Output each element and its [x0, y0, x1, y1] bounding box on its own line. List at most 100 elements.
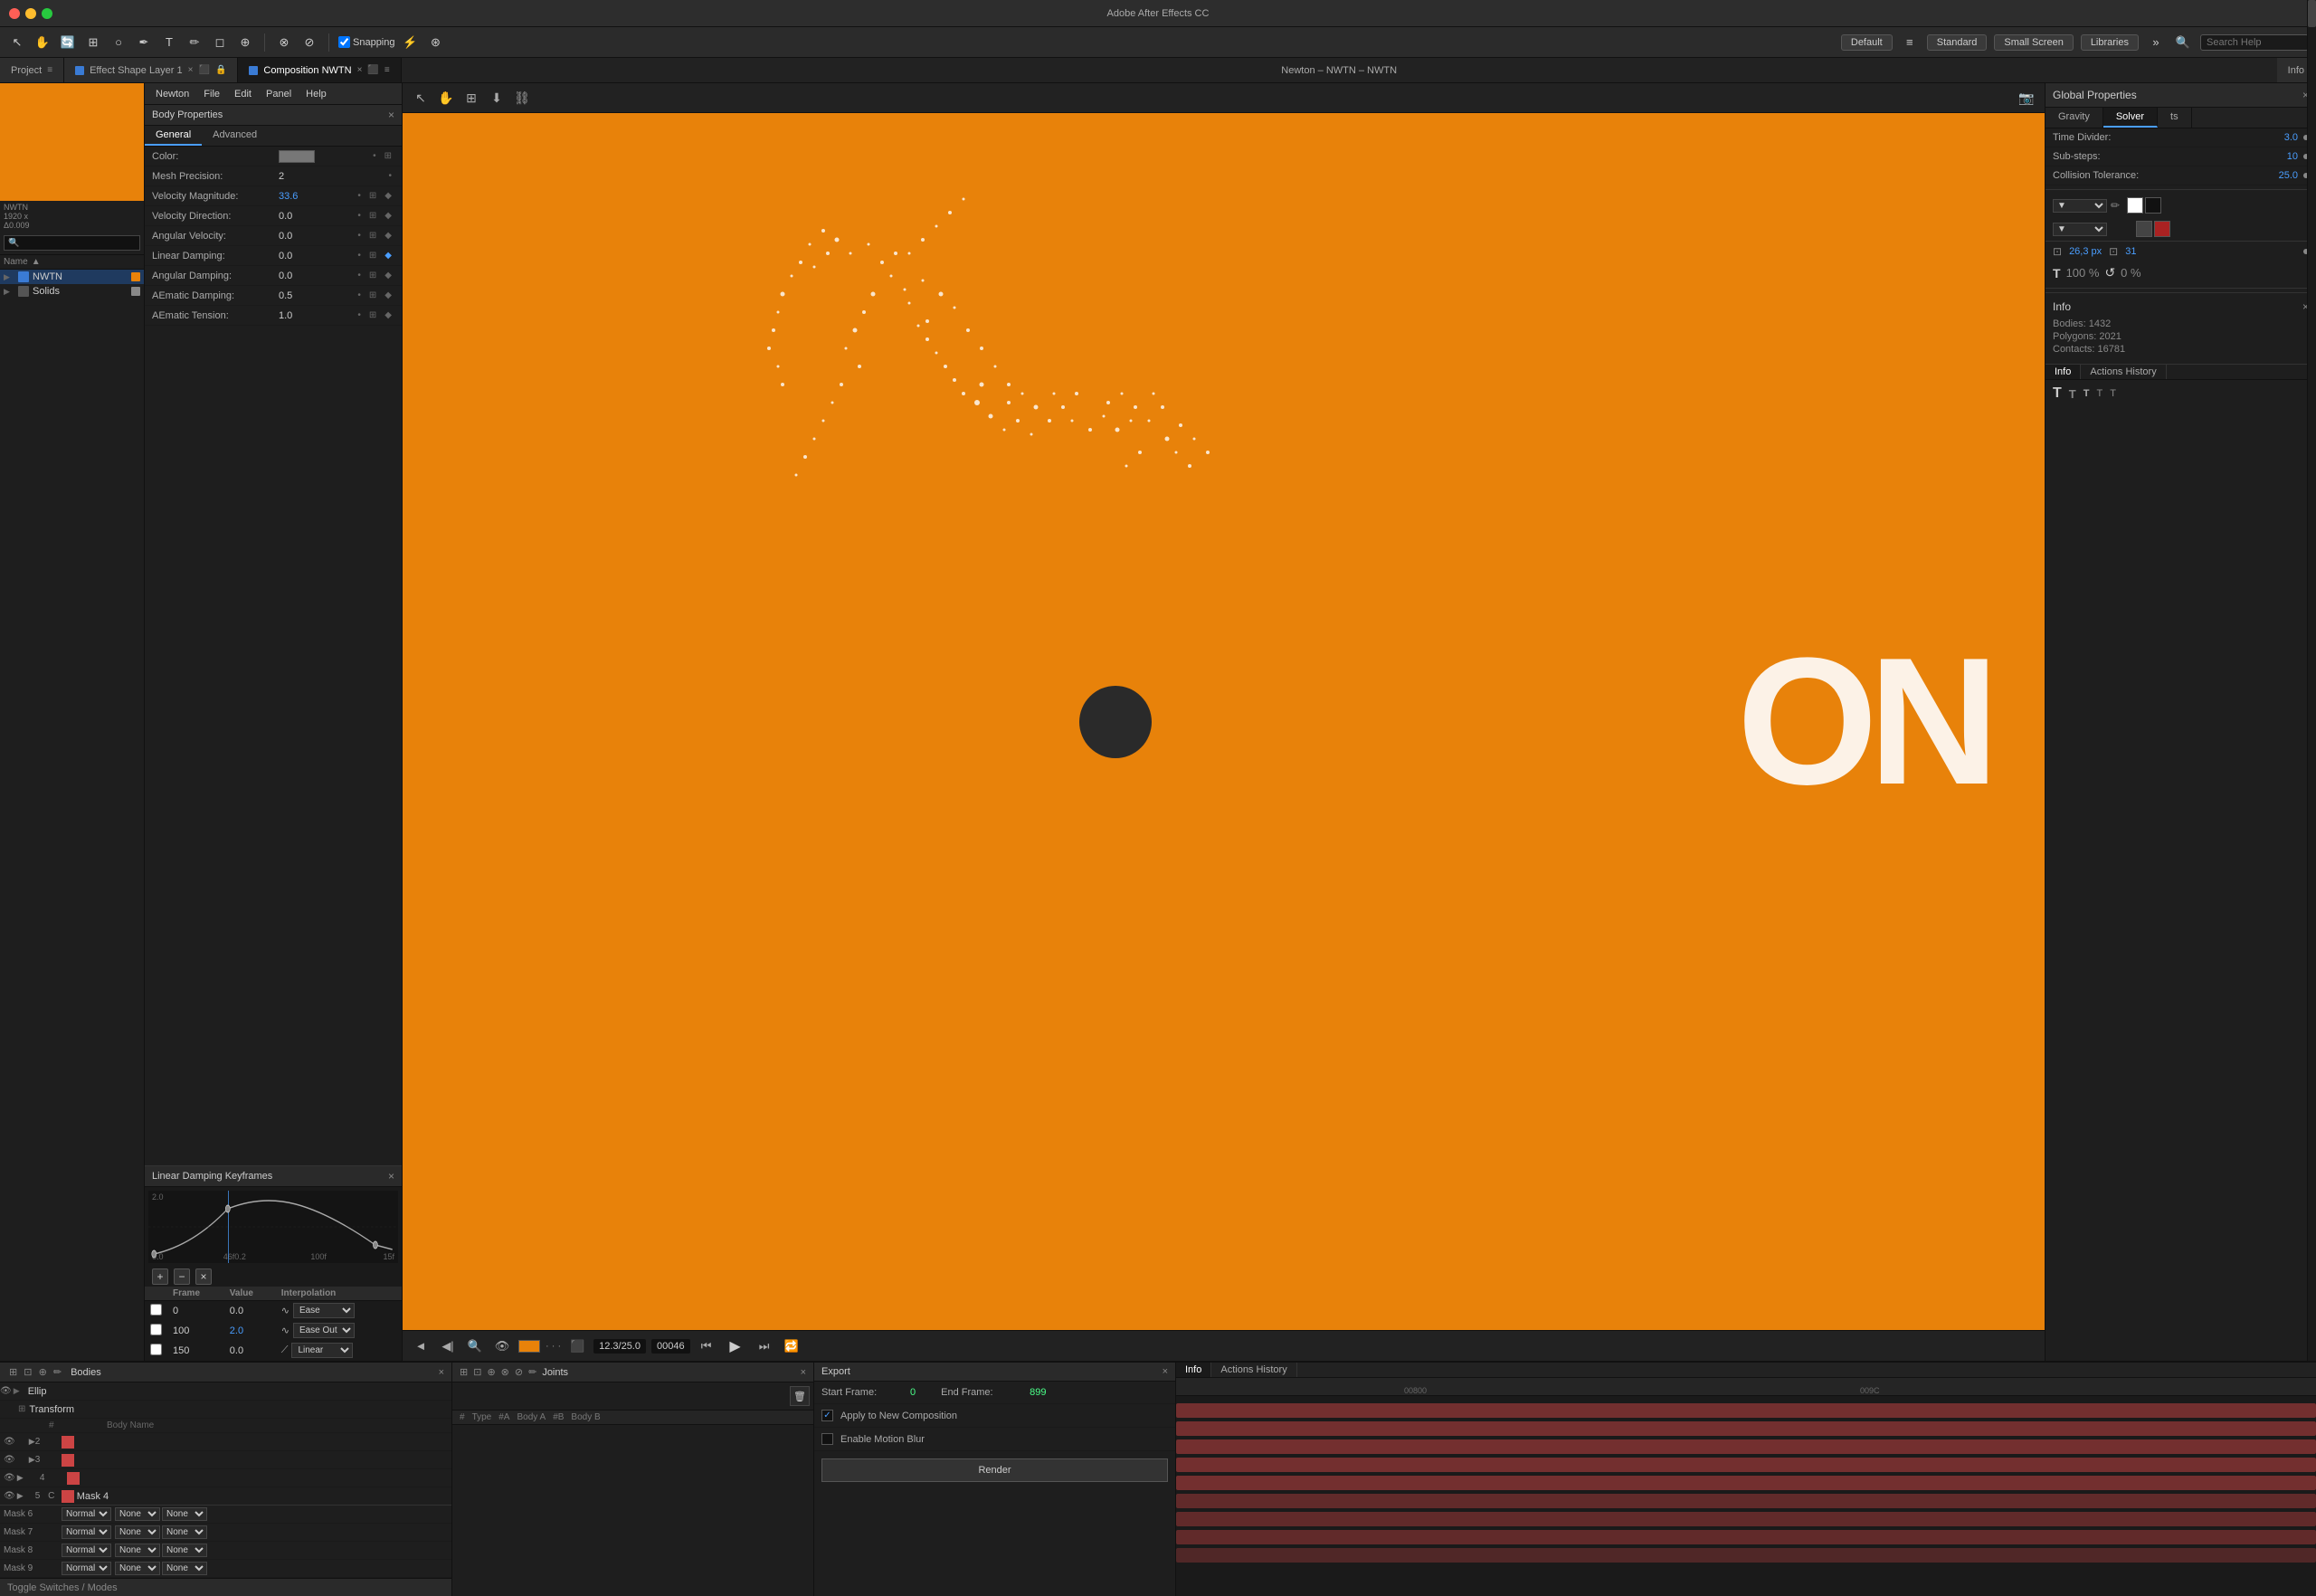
snapping-icon-2[interactable]: ⊛ — [426, 33, 446, 52]
typo-bold-btn[interactable]: T — [2053, 266, 2061, 280]
joints-icon-6[interactable]: ✏ — [528, 1366, 536, 1378]
workspace-menu-icon[interactable]: ≡ — [1900, 33, 1920, 52]
transport-eye[interactable]: 👁 — [491, 1335, 513, 1357]
tab-effect-menu[interactable]: ⬛ — [198, 65, 209, 75]
timeline-scrollbar-thumb[interactable] — [2308, 0, 2316, 27]
keyframe-graph[interactable]: 2.0 0.0 46f0.2 100f 15f — [148, 1191, 398, 1263]
prop-ang-damp-reset[interactable]: • — [355, 270, 364, 281]
global-tab-ts[interactable]: ts — [2158, 108, 2192, 128]
tool-grid[interactable]: ⊞ — [83, 33, 103, 52]
layer-expand-nwtn[interactable]: ▶ — [4, 272, 14, 282]
prop-aemat-damp-link[interactable]: ◆ — [382, 290, 394, 301]
workspace-standard-btn[interactable]: Standard — [1927, 34, 1988, 51]
bodies-icon-4[interactable]: ✏ — [52, 1367, 63, 1378]
prop-aemat-tension-reset[interactable]: • — [355, 309, 364, 321]
body-eye-mask4[interactable]: 👁 — [4, 1473, 15, 1483]
prop-ang-vel-link[interactable]: ◆ — [382, 230, 394, 242]
prop-ang-damp-value[interactable]: 0.0 — [279, 271, 355, 281]
tool-shape[interactable]: ○ — [109, 33, 128, 52]
timeline-tab-info[interactable]: Info — [1176, 1363, 1211, 1377]
window-maximize-btn[interactable] — [42, 8, 52, 19]
snapping-toggle[interactable]: Snapping — [338, 36, 395, 48]
layer-none-select-8b[interactable]: None — [162, 1525, 207, 1539]
typo-T-large[interactable]: T — [2053, 385, 2062, 402]
layer-none-select-10a[interactable]: None — [115, 1562, 160, 1575]
tool-pen[interactable]: ✒ — [134, 33, 154, 52]
prop-aemat-damp-key[interactable]: ⊞ — [366, 290, 379, 301]
prop-ang-vel-key[interactable]: ⊞ — [366, 230, 379, 242]
libraries-btn[interactable]: Libraries — [2081, 34, 2139, 51]
export-motion-blur-checkbox[interactable] — [821, 1433, 833, 1445]
joints-panel-close[interactable]: × — [801, 1367, 806, 1378]
transport-color-swatch[interactable] — [518, 1340, 540, 1353]
prop-aemat-tension-link[interactable]: ◆ — [382, 309, 394, 321]
transport-prev-keyframe[interactable]: ◄ — [410, 1335, 432, 1357]
snapping-icon-1[interactable]: ⚡ — [401, 33, 421, 52]
window-minimize-btn[interactable] — [25, 8, 36, 19]
prop-vel-dir-value[interactable]: 0.0 — [279, 211, 355, 222]
body-eye-3[interactable]: 👁 — [4, 1455, 15, 1465]
kf-check-0[interactable] — [150, 1304, 162, 1316]
export-apply-checkbox[interactable] — [821, 1410, 833, 1421]
newton-menu-help[interactable]: Help — [299, 89, 334, 100]
body-expand-mask5[interactable]: ▶ — [17, 1491, 35, 1501]
tab-project-close[interactable]: ≡ — [47, 65, 52, 75]
preview-link-tool[interactable]: ⛓ — [511, 87, 533, 109]
newton-menu-edit[interactable]: Edit — [227, 89, 259, 100]
body-eye-mask5[interactable]: 👁 — [4, 1491, 15, 1501]
prop-mesh-reset[interactable]: • — [385, 170, 394, 182]
workspace-small-screen-btn[interactable]: Small Screen — [1994, 34, 2073, 51]
bodies-icon-1[interactable]: ⊞ — [7, 1367, 19, 1378]
size-y-value[interactable]: 31 — [2125, 246, 2136, 257]
tool-brush[interactable]: ✏ — [185, 33, 204, 52]
tool-camera-rotate[interactable]: 🔄 — [58, 33, 78, 52]
prop-vel-mag-reset[interactable]: • — [355, 190, 364, 202]
bodies-panel-close[interactable]: × — [439, 1367, 444, 1378]
tool-shape-2[interactable]: ⊘ — [299, 33, 319, 52]
layer-mode-select-9[interactable]: Normal — [62, 1544, 111, 1557]
body-row-mask5[interactable]: 👁 ▶ 5 C Mask 4 — [0, 1487, 451, 1505]
layer-mode-select-8[interactable]: Normal — [62, 1525, 111, 1539]
tab-info-bottom[interactable]: Info — [2045, 365, 2081, 379]
global-tab-solver[interactable]: Solver — [2103, 108, 2158, 128]
tab-comp-menu[interactable]: ⬛ — [367, 65, 378, 75]
tab-effect-close[interactable]: × — [188, 65, 194, 75]
prop-lin-damp-value[interactable]: 0.0 — [279, 251, 355, 261]
preview-grid-tool[interactable]: ⊞ — [460, 87, 482, 109]
bodies-icon-3[interactable]: ⊕ — [37, 1367, 49, 1378]
body-expand-mask4[interactable]: ▶ — [17, 1473, 35, 1483]
newton-menu-file[interactable]: File — [196, 89, 227, 100]
typo-T-extra[interactable]: T — [2110, 388, 2116, 399]
prop-vel-mag-value[interactable]: 33.6 — [279, 191, 355, 202]
body-expand-2[interactable]: ▶ — [17, 1437, 35, 1447]
preview-select-tool[interactable]: ↖ — [410, 87, 432, 109]
newton-menu-newton[interactable]: Newton — [148, 89, 196, 100]
tab-project[interactable]: Project ≡ — [0, 58, 64, 82]
transport-resolution[interactable]: ⬛ — [566, 1335, 588, 1357]
prop-vel-dir-link[interactable]: ◆ — [382, 210, 394, 222]
tool-arrow[interactable]: ↖ — [7, 33, 27, 52]
layer-none-select-9a[interactable]: None — [115, 1544, 160, 1557]
kf-interp-ease-out-select[interactable]: Ease Ease Out Linear — [293, 1323, 355, 1338]
prop-ang-vel-reset[interactable]: • — [355, 230, 364, 242]
joints-icon-4[interactable]: ⊗ — [501, 1366, 509, 1378]
layer-none-select-10b[interactable]: None — [162, 1562, 207, 1575]
prop-lin-damp-key[interactable]: ⊞ — [366, 250, 379, 261]
joints-delete-btn[interactable]: 🗑 — [790, 1386, 810, 1406]
more-workspaces-icon[interactable]: » — [2146, 33, 2166, 52]
tab-comp-close[interactable]: × — [357, 65, 363, 75]
tab-comp-lock[interactable]: ≡ — [384, 65, 390, 75]
layer-none-select-7a[interactable]: None — [115, 1507, 160, 1521]
tool-anchor[interactable]: ⊗ — [274, 33, 294, 52]
tool-clone[interactable]: ⊕ — [235, 33, 255, 52]
layer-none-select-9b[interactable]: None — [162, 1544, 207, 1557]
prop-vel-mag-link[interactable]: ◆ — [382, 190, 394, 202]
bodies-row-transform[interactable]: ⊞ Transform — [0, 1401, 451, 1419]
transport-loop[interactable]: 🔁 — [781, 1335, 802, 1357]
joints-icon-3[interactable]: ⊕ — [487, 1366, 495, 1378]
swatch-gray[interactable] — [2136, 221, 2152, 237]
global-tab-gravity[interactable]: Gravity — [2045, 108, 2103, 128]
body-row-3[interactable]: 👁 ▶ 3 — [0, 1451, 451, 1469]
body-eye-2[interactable]: 👁 — [4, 1437, 15, 1447]
sort-direction-icon[interactable]: ▲ — [32, 257, 41, 267]
